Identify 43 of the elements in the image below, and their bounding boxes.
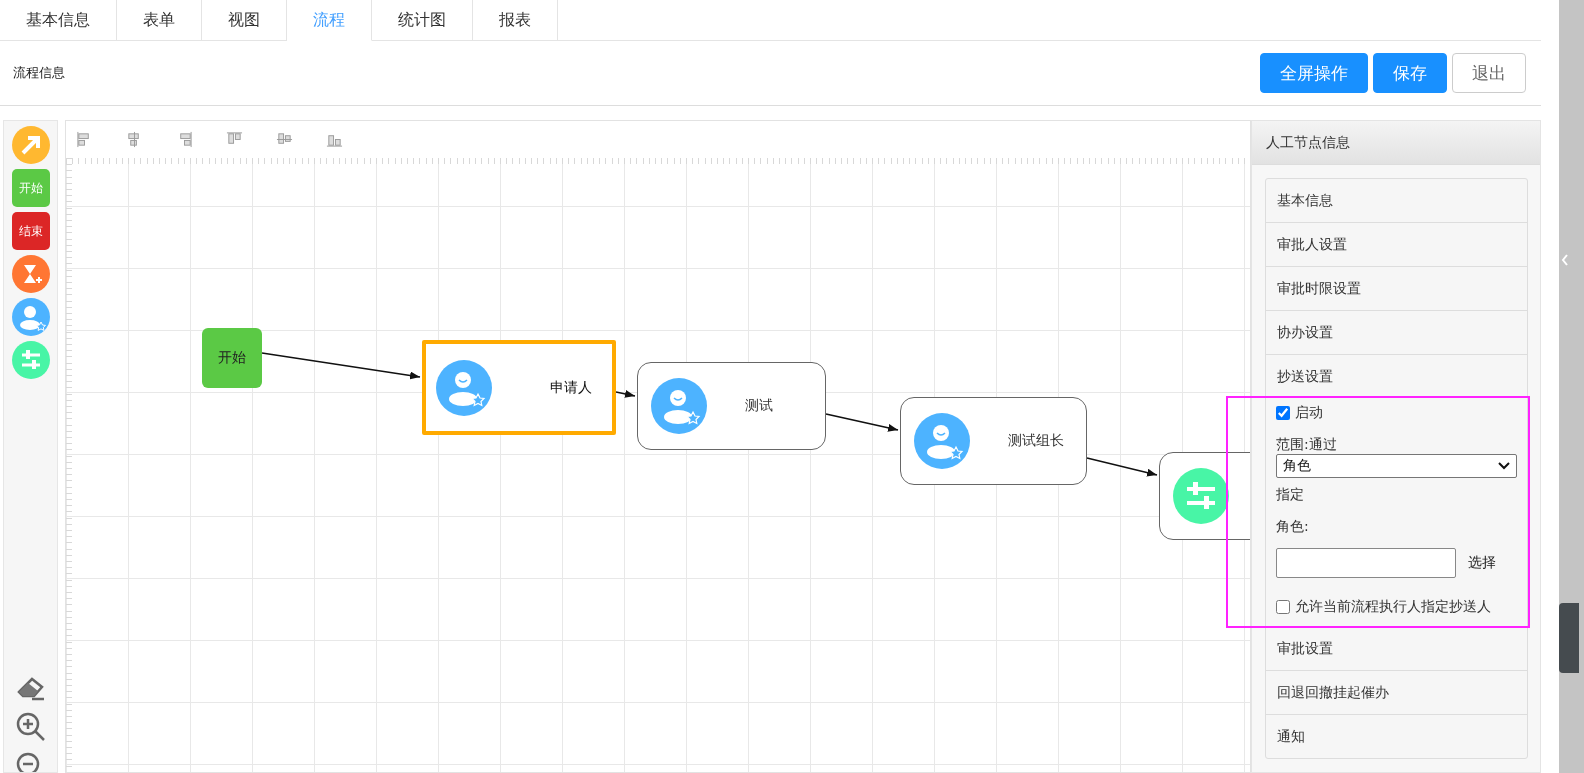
end-tool[interactable]: 结束: [11, 212, 50, 250]
user-icon: [436, 359, 492, 416]
field-label: 范围:通过: [1276, 436, 1338, 454]
accordion-header[interactable]: 回退回撤挂起催办: [1266, 671, 1527, 714]
node-label: 测试组长: [1008, 432, 1064, 450]
start-node[interactable]: 开始: [202, 328, 262, 388]
accordion-header[interactable]: 基本信息: [1266, 179, 1527, 222]
checkbox-label: 允许当前流程执行人指定抄送人: [1295, 598, 1491, 616]
enable-checkbox[interactable]: [1276, 406, 1290, 420]
connector-arrow: [615, 390, 636, 398]
sliders-tool-icon[interactable]: [11, 341, 50, 379]
toolbar-button[interactable]: 退出: [1452, 53, 1526, 93]
allow-checkbox[interactable]: [1276, 600, 1290, 614]
user-tool-icon[interactable]: [11, 298, 50, 336]
flow-node[interactable]: 测试: [637, 362, 826, 450]
accordion-header[interactable]: 协办设置: [1266, 311, 1527, 354]
choose-link[interactable]: 选择: [1468, 554, 1496, 572]
page-title: 流程信息: [13, 64, 65, 82]
connector-arrow: [1086, 457, 1158, 477]
arrow-tool-icon[interactable]: [11, 126, 50, 164]
flow-node[interactable]: 测试组长: [900, 397, 1087, 485]
user-icon: [651, 378, 707, 434]
field-label: 指定: [1276, 486, 1305, 504]
sliders-icon: [1173, 468, 1229, 524]
accordion-header[interactable]: 审批人设置: [1266, 223, 1527, 266]
chevron-down-icon: [1498, 462, 1510, 470]
panel-header: 人工节点信息: [1252, 121, 1540, 165]
accordion-header[interactable]: 通知: [1266, 715, 1527, 758]
chevron-left-icon[interactable]: [1561, 254, 1569, 266]
scope-select[interactable]: 角色: [1276, 454, 1517, 478]
user-icon: [914, 413, 970, 469]
hourglass-tool-icon[interactable]: [11, 255, 50, 293]
checkbox-label: 启动: [1295, 404, 1323, 422]
scrollbar[interactable]: [1559, 0, 1584, 773]
role-input-field[interactable]: [1276, 548, 1456, 578]
flow-node[interactable]: 申请人: [422, 340, 616, 435]
field-label: 角色:: [1276, 518, 1310, 536]
scroll-handle[interactable]: [1559, 603, 1579, 673]
accordion-header[interactable]: 审批时限设置: [1266, 267, 1527, 310]
accordion-header[interactable]: 抄送设置: [1266, 355, 1527, 398]
accordion-header[interactable]: 审批设置: [1266, 627, 1527, 670]
node-label: 申请人: [550, 378, 592, 397]
node-label: 测试: [745, 397, 773, 415]
